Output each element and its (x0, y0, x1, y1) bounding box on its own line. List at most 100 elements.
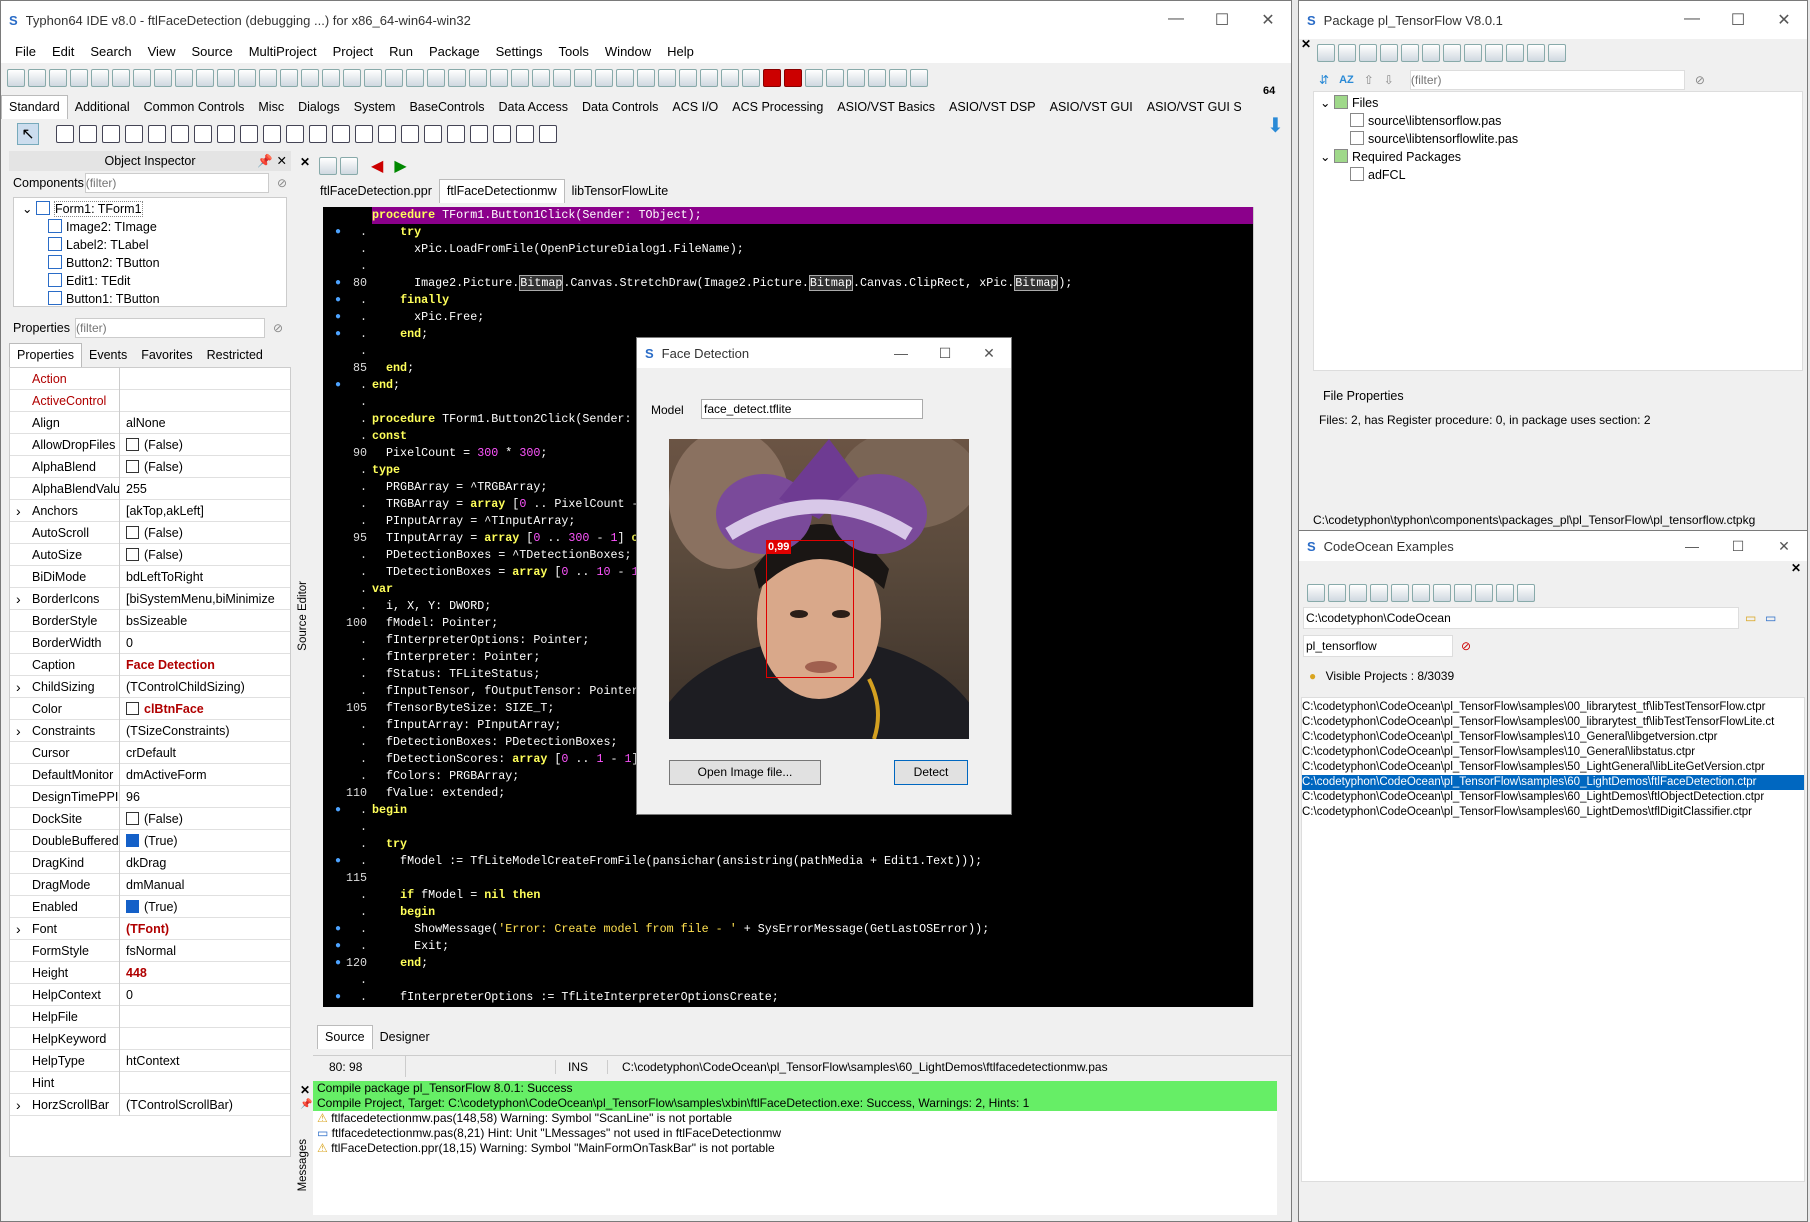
package-toolbar-icon[interactable] (1359, 44, 1377, 62)
package-toolbar-icon[interactable] (1443, 44, 1461, 62)
editor-tool-icon[interactable] (340, 157, 358, 175)
expand-icon[interactable]: › (16, 1094, 21, 1116)
component-icon[interactable] (332, 125, 350, 143)
inspector-tab-events[interactable]: Events (82, 348, 134, 362)
toolbar-button-icon[interactable] (91, 69, 109, 87)
package-toolbar-icon[interactable] (1338, 44, 1356, 62)
toolbar-button-icon[interactable] (343, 69, 361, 87)
minimize-button[interactable]: — (1153, 10, 1199, 30)
property-value[interactable]: (False) (120, 437, 290, 452)
toolbar-button-icon[interactable] (721, 69, 739, 87)
property-row[interactable]: AlphaBlend (False) (10, 455, 290, 478)
back-arrow-icon[interactable]: ◀ (371, 156, 383, 176)
project-list-item[interactable]: C:\codetyphon\CodeOcean\pl_TensorFlow\sa… (1302, 760, 1804, 775)
move-up-icon[interactable]: ⇧ (1364, 73, 1374, 87)
toolbar-button-icon[interactable] (910, 69, 928, 87)
property-row[interactable]: Align alNone (10, 411, 290, 434)
property-value[interactable]: crDefault (120, 746, 290, 760)
property-row[interactable]: DragMode dmManual (10, 873, 290, 896)
toolbar-button-icon[interactable] (70, 69, 88, 87)
project-list-item[interactable]: C:\codetyphon\CodeOcean\pl_TensorFlow\sa… (1302, 745, 1804, 760)
property-row[interactable]: BorderStyle bsSizeable (10, 609, 290, 632)
menu-search[interactable]: Search (82, 44, 139, 59)
component-icon[interactable] (424, 125, 442, 143)
property-value[interactable]: bdLeftToRight (120, 570, 290, 584)
toolbar-button-icon[interactable] (532, 69, 550, 87)
component-icon[interactable] (217, 125, 235, 143)
toolbar-button-icon[interactable] (469, 69, 487, 87)
palette-tab[interactable]: Additional (68, 100, 137, 114)
property-row[interactable]: AlphaBlendValu 255 (10, 477, 290, 500)
component-icon[interactable] (539, 125, 557, 143)
component-tree-item[interactable]: Button2: TButton (14, 254, 286, 272)
toolbar-button-icon[interactable] (217, 69, 235, 87)
property-row[interactable]: › BorderIcons [biSystemMenu,biMinimize (10, 587, 290, 610)
move-down-icon[interactable]: ⇩ (1384, 73, 1394, 87)
property-value[interactable]: fsNormal (120, 944, 290, 958)
property-value[interactable]: (True) (120, 833, 290, 848)
checkbox-icon[interactable] (126, 437, 139, 451)
message-item[interactable]: Compile Project, Target: C:\codetyphon\C… (313, 1096, 1277, 1111)
palette-tab[interactable]: Dialogs (291, 100, 347, 114)
palette-tab[interactable]: ASIO/VST DSP (942, 100, 1043, 114)
codeocean-toolbar-icon[interactable] (1412, 584, 1430, 602)
codeocean-toolbar-icon[interactable] (1349, 584, 1367, 602)
close-icon[interactable]: ✕ (277, 151, 287, 171)
checkbox-icon[interactable] (126, 459, 139, 473)
menu-edit[interactable]: Edit (44, 44, 82, 59)
package-toolbar-icon[interactable] (1464, 44, 1482, 62)
properties-filter-input[interactable] (75, 318, 265, 338)
minimize-button[interactable]: — (879, 345, 923, 362)
menu-file[interactable]: File (7, 44, 44, 59)
editor-tab[interactable]: libTensorFlowLite (565, 184, 676, 198)
palette-tab[interactable]: Standard (1, 95, 68, 119)
package-toolbar-icon[interactable] (1380, 44, 1398, 62)
toolbar-button-icon[interactable] (112, 69, 130, 87)
component-icon[interactable] (355, 125, 373, 143)
property-row[interactable]: DefaultMonitor dmActiveForm (10, 763, 290, 786)
property-row[interactable]: › Anchors [akTop,akLeft] (10, 499, 290, 522)
component-icon[interactable] (56, 125, 74, 143)
minimize-button[interactable]: — (1669, 10, 1715, 30)
package-tree-item[interactable]: adFCL (1314, 166, 1802, 184)
toolbar-button-icon[interactable] (616, 69, 634, 87)
property-row[interactable]: DoubleBuffered (True) (10, 829, 290, 852)
menu-settings[interactable]: Settings (488, 44, 551, 59)
project-list-item[interactable]: C:\codetyphon\CodeOcean\pl_TensorFlow\sa… (1302, 775, 1804, 790)
menu-multiproject[interactable]: MultiProject (241, 44, 325, 59)
stop-icon[interactable] (784, 69, 802, 87)
messages-close-icon[interactable]: ✕ (300, 1083, 310, 1097)
collapse-icon[interactable]: ⌄ (1320, 150, 1334, 164)
clear-filter-icon[interactable]: ⊘ (1695, 73, 1705, 87)
clear-search-icon[interactable]: ⊘ (1461, 639, 1471, 653)
property-value[interactable]: 96 (120, 790, 290, 804)
toolbar-button-icon[interactable] (322, 69, 340, 87)
detect-button[interactable]: Detect (894, 760, 968, 785)
property-value[interactable]: alNone (120, 416, 290, 430)
inspector-tab-favorites[interactable]: Favorites (134, 348, 199, 362)
package-toolbar-icon[interactable] (1317, 44, 1335, 62)
message-item[interactable]: ⚠ ftlfacedetectionmw.pas(148,58) Warning… (313, 1111, 1277, 1126)
menu-package[interactable]: Package (421, 44, 488, 59)
codeocean-toolbar-icon[interactable] (1454, 584, 1472, 602)
component-icon[interactable] (493, 125, 511, 143)
toolbar-button-icon[interactable] (301, 69, 319, 87)
property-row[interactable]: HelpContext 0 (10, 983, 290, 1006)
toolbar-button-icon[interactable] (490, 69, 508, 87)
property-value[interactable]: (TSizeConstraints) (120, 724, 290, 738)
toolbar-button-icon[interactable] (448, 69, 466, 87)
component-icon[interactable] (286, 125, 304, 143)
sort-az-icon[interactable]: AZ (1339, 74, 1354, 86)
editor-tool-icon[interactable] (319, 157, 337, 175)
close-button[interactable]: ✕ (1245, 10, 1291, 30)
close-button[interactable]: ✕ (1761, 538, 1807, 555)
checkbox-icon[interactable] (126, 525, 139, 539)
codeocean-toolbar-icon[interactable] (1433, 584, 1451, 602)
property-row[interactable]: › ChildSizing (TControlChildSizing) (10, 675, 290, 698)
property-row[interactable]: Action (10, 368, 290, 390)
property-row[interactable]: › Constraints (TSizeConstraints) (10, 719, 290, 742)
project-list-item[interactable]: C:\codetyphon\CodeOcean\pl_TensorFlow\sa… (1302, 790, 1804, 805)
codeocean-toolbar-icon[interactable] (1328, 584, 1346, 602)
forward-arrow-icon[interactable]: ▶ (394, 156, 406, 176)
component-tree-item[interactable]: Image2: TImage (14, 218, 286, 236)
